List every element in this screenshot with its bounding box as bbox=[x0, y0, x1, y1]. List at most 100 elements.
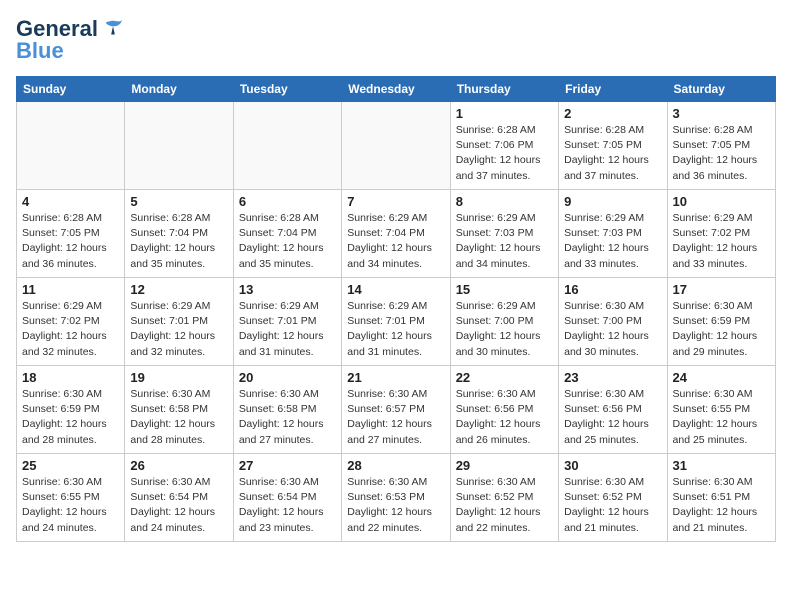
day-info: Sunrise: 6:30 AM Sunset: 6:58 PM Dayligh… bbox=[130, 387, 227, 448]
calendar-cell: 5Sunrise: 6:28 AM Sunset: 7:04 PM Daylig… bbox=[125, 190, 233, 278]
calendar-cell: 16 Sunrise: 6:30 AM Sunset: 7:00 PM Dayli… bbox=[559, 278, 667, 366]
day-number: 15 bbox=[456, 282, 553, 297]
calendar-cell: 3Sunrise: 6:28 AM Sunset: 7:05 PM Daylig… bbox=[667, 102, 775, 190]
day-number: 21 bbox=[347, 370, 444, 385]
day-number: 4 bbox=[22, 194, 119, 209]
day-info: Sunrise: 6:29 AM Sunset: 7:04 PM Dayligh… bbox=[347, 211, 444, 272]
day-info: Sunrise: 6:30 AM Sunset: 6:51 PM Dayligh… bbox=[673, 475, 770, 536]
logo-bird-icon bbox=[102, 18, 124, 40]
day-number: 8 bbox=[456, 194, 553, 209]
calendar-week-row: 11 Sunrise: 6:29 AM Sunset: 7:02 PM Dayli… bbox=[17, 278, 776, 366]
day-number: 31 bbox=[673, 458, 770, 473]
day-info: Sunrise: 6:30 AM Sunset: 6:56 PM Dayligh… bbox=[564, 387, 661, 448]
day-number: 30 bbox=[564, 458, 661, 473]
day-info: Sunrise: 6:29 AM Sunset: 7:02 PM Dayligh… bbox=[22, 299, 119, 360]
calendar-cell: 8 Sunrise: 6:29 AM Sunset: 7:03 PM Daylig… bbox=[450, 190, 558, 278]
day-info: Sunrise: 6:29 AM Sunset: 7:01 PM Dayligh… bbox=[239, 299, 336, 360]
calendar-cell: 1 Sunrise: 6:28 AM Sunset: 7:06 PM Daylig… bbox=[450, 102, 558, 190]
calendar-cell: 2Sunrise: 6:28 AM Sunset: 7:05 PM Daylig… bbox=[559, 102, 667, 190]
day-header-tuesday: Tuesday bbox=[233, 77, 341, 102]
day-info: Sunrise: 6:30 AM Sunset: 6:54 PM Dayligh… bbox=[130, 475, 227, 536]
calendar-week-row: 25Sunrise: 6:30 AM Sunset: 6:55 PM Dayli… bbox=[17, 454, 776, 542]
day-info: Sunrise: 6:30 AM Sunset: 6:54 PM Dayligh… bbox=[239, 475, 336, 536]
calendar-cell: 14 Sunrise: 6:29 AM Sunset: 7:01 PM Dayli… bbox=[342, 278, 450, 366]
day-header-wednesday: Wednesday bbox=[342, 77, 450, 102]
calendar-cell bbox=[125, 102, 233, 190]
day-number: 19 bbox=[130, 370, 227, 385]
day-number: 3 bbox=[673, 106, 770, 121]
day-info: Sunrise: 6:29 AM Sunset: 7:01 PM Dayligh… bbox=[347, 299, 444, 360]
calendar-cell: 28 Sunrise: 6:30 AM Sunset: 6:53 PM Dayli… bbox=[342, 454, 450, 542]
day-info: Sunrise: 6:30 AM Sunset: 6:52 PM Dayligh… bbox=[456, 475, 553, 536]
calendar-cell: 27 Sunrise: 6:30 AM Sunset: 6:54 PM Dayli… bbox=[233, 454, 341, 542]
day-header-sunday: Sunday bbox=[17, 77, 125, 102]
day-number: 28 bbox=[347, 458, 444, 473]
calendar-cell: 11 Sunrise: 6:29 AM Sunset: 7:02 PM Dayli… bbox=[17, 278, 125, 366]
day-info: Sunrise: 6:30 AM Sunset: 6:53 PM Dayligh… bbox=[347, 475, 444, 536]
day-number: 13 bbox=[239, 282, 336, 297]
day-info: Sunrise: 6:29 AM Sunset: 7:03 PM Dayligh… bbox=[456, 211, 553, 272]
day-info: Sunrise: 6:30 AM Sunset: 6:52 PM Dayligh… bbox=[564, 475, 661, 536]
page-header: General Blue bbox=[16, 16, 776, 64]
calendar-cell: 17 Sunrise: 6:30 AM Sunset: 6:59 PM Dayli… bbox=[667, 278, 775, 366]
day-number: 25 bbox=[22, 458, 119, 473]
day-number: 16 bbox=[564, 282, 661, 297]
calendar-cell: 23Sunrise: 6:30 AM Sunset: 6:56 PM Dayli… bbox=[559, 366, 667, 454]
calendar-cell bbox=[17, 102, 125, 190]
day-info: Sunrise: 6:28 AM Sunset: 7:04 PM Dayligh… bbox=[239, 211, 336, 272]
calendar-cell: 7 Sunrise: 6:29 AM Sunset: 7:04 PM Daylig… bbox=[342, 190, 450, 278]
logo: General Blue bbox=[16, 16, 124, 64]
calendar-cell: 21 Sunrise: 6:30 AM Sunset: 6:57 PM Dayli… bbox=[342, 366, 450, 454]
day-number: 29 bbox=[456, 458, 553, 473]
day-info: Sunrise: 6:30 AM Sunset: 6:59 PM Dayligh… bbox=[22, 387, 119, 448]
day-info: Sunrise: 6:29 AM Sunset: 7:00 PM Dayligh… bbox=[456, 299, 553, 360]
day-info: Sunrise: 6:30 AM Sunset: 6:55 PM Dayligh… bbox=[673, 387, 770, 448]
day-info: Sunrise: 6:28 AM Sunset: 7:06 PM Dayligh… bbox=[456, 123, 553, 184]
calendar-cell: 30 Sunrise: 6:30 AM Sunset: 6:52 PM Dayli… bbox=[559, 454, 667, 542]
calendar-cell: 31 Sunrise: 6:30 AM Sunset: 6:51 PM Dayli… bbox=[667, 454, 775, 542]
logo-blue-text: Blue bbox=[16, 38, 64, 64]
calendar-week-row: 4Sunrise: 6:28 AM Sunset: 7:05 PM Daylig… bbox=[17, 190, 776, 278]
day-number: 9 bbox=[564, 194, 661, 209]
day-number: 7 bbox=[347, 194, 444, 209]
calendar-cell: 20Sunrise: 6:30 AM Sunset: 6:58 PM Dayli… bbox=[233, 366, 341, 454]
calendar-table: SundayMondayTuesdayWednesdayThursdayFrid… bbox=[16, 76, 776, 542]
calendar-cell: 9 Sunrise: 6:29 AM Sunset: 7:03 PM Daylig… bbox=[559, 190, 667, 278]
calendar-cell: 22 Sunrise: 6:30 AM Sunset: 6:56 PM Dayli… bbox=[450, 366, 558, 454]
day-number: 1 bbox=[456, 106, 553, 121]
day-number: 11 bbox=[22, 282, 119, 297]
day-number: 26 bbox=[130, 458, 227, 473]
day-info: Sunrise: 6:29 AM Sunset: 7:03 PM Dayligh… bbox=[564, 211, 661, 272]
calendar-week-row: 1 Sunrise: 6:28 AM Sunset: 7:06 PM Daylig… bbox=[17, 102, 776, 190]
day-number: 27 bbox=[239, 458, 336, 473]
day-number: 5 bbox=[130, 194, 227, 209]
day-info: Sunrise: 6:30 AM Sunset: 6:56 PM Dayligh… bbox=[456, 387, 553, 448]
day-number: 17 bbox=[673, 282, 770, 297]
day-number: 14 bbox=[347, 282, 444, 297]
calendar-cell: 26 Sunrise: 6:30 AM Sunset: 6:54 PM Dayli… bbox=[125, 454, 233, 542]
day-info: Sunrise: 6:30 AM Sunset: 6:59 PM Dayligh… bbox=[673, 299, 770, 360]
calendar-header-row: SundayMondayTuesdayWednesdayThursdayFrid… bbox=[17, 77, 776, 102]
day-info: Sunrise: 6:30 AM Sunset: 7:00 PM Dayligh… bbox=[564, 299, 661, 360]
calendar-cell: 13 Sunrise: 6:29 AM Sunset: 7:01 PM Dayli… bbox=[233, 278, 341, 366]
calendar-cell: 4Sunrise: 6:28 AM Sunset: 7:05 PM Daylig… bbox=[17, 190, 125, 278]
day-info: Sunrise: 6:28 AM Sunset: 7:05 PM Dayligh… bbox=[564, 123, 661, 184]
day-header-friday: Friday bbox=[559, 77, 667, 102]
calendar-cell: 12Sunrise: 6:29 AM Sunset: 7:01 PM Dayli… bbox=[125, 278, 233, 366]
calendar-cell: 19 Sunrise: 6:30 AM Sunset: 6:58 PM Dayli… bbox=[125, 366, 233, 454]
calendar-cell: 29 Sunrise: 6:30 AM Sunset: 6:52 PM Dayli… bbox=[450, 454, 558, 542]
day-number: 24 bbox=[673, 370, 770, 385]
day-number: 18 bbox=[22, 370, 119, 385]
calendar-cell: 10 Sunrise: 6:29 AM Sunset: 7:02 PM Dayli… bbox=[667, 190, 775, 278]
calendar-cell bbox=[233, 102, 341, 190]
calendar-cell: 6Sunrise: 6:28 AM Sunset: 7:04 PM Daylig… bbox=[233, 190, 341, 278]
day-info: Sunrise: 6:30 AM Sunset: 6:58 PM Dayligh… bbox=[239, 387, 336, 448]
calendar-cell: 15 Sunrise: 6:29 AM Sunset: 7:00 PM Dayli… bbox=[450, 278, 558, 366]
day-info: Sunrise: 6:29 AM Sunset: 7:02 PM Dayligh… bbox=[673, 211, 770, 272]
calendar-cell: 25Sunrise: 6:30 AM Sunset: 6:55 PM Dayli… bbox=[17, 454, 125, 542]
day-number: 22 bbox=[456, 370, 553, 385]
day-info: Sunrise: 6:30 AM Sunset: 6:57 PM Dayligh… bbox=[347, 387, 444, 448]
calendar-cell: 18 Sunrise: 6:30 AM Sunset: 6:59 PM Dayli… bbox=[17, 366, 125, 454]
day-number: 12 bbox=[130, 282, 227, 297]
day-number: 10 bbox=[673, 194, 770, 209]
